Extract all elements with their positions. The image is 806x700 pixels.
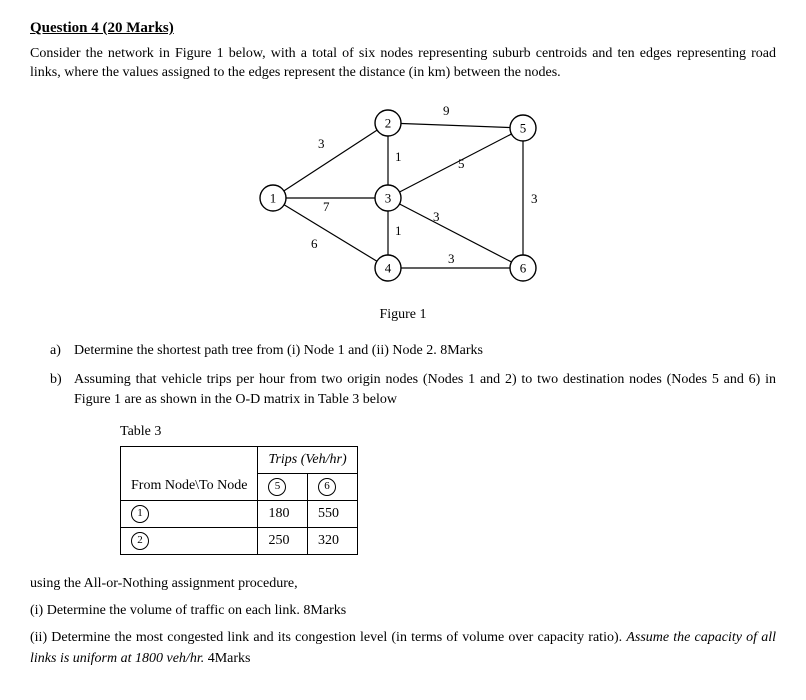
circled-6-icon: 6 (318, 478, 336, 496)
edge-2-3-w: 1 (395, 149, 402, 164)
edge-1-3-w: 7 (323, 199, 330, 214)
node-4-label: 4 (385, 260, 392, 275)
od-matrix-table: Trips (Veh/hr) From Node\To Node 5 6 1 1… (120, 446, 358, 555)
edge-3-6-w: 3 (433, 209, 440, 224)
cell-2-6: 320 (308, 527, 358, 554)
part-b-text: Assuming that vehicle trips per hour fro… (74, 370, 776, 409)
trips-header: Trips (Veh/hr) (258, 446, 357, 473)
part-b-tail: using the All-or-Nothing assignment proc… (30, 573, 776, 669)
table-3-label: Table 3 (120, 424, 776, 440)
row-2-header: 2 (121, 527, 258, 554)
cell-1-5: 180 (258, 500, 308, 527)
node-3-label: 3 (385, 190, 392, 205)
edge-3-4-w: 1 (395, 223, 402, 238)
circled-5-icon: 5 (268, 478, 286, 496)
edge-5-6-w: 3 (531, 191, 538, 206)
node-5-label: 5 (520, 120, 527, 135)
cell-1-6: 550 (308, 500, 358, 527)
node-6-label: 6 (520, 260, 527, 275)
tail-line-3: (ii) Determine the most congested link a… (30, 627, 776, 669)
col-6-header: 6 (308, 473, 358, 500)
node-2-label: 2 (385, 115, 392, 130)
question-parts: a) Determine the shortest path tree from… (50, 341, 776, 410)
part-a: a) Determine the shortest path tree from… (50, 341, 776, 361)
edge-3-5-w: 5 (458, 156, 465, 171)
circled-1-icon: 1 (131, 505, 149, 523)
part-a-letter: a) (50, 341, 74, 361)
part-b: b) Assuming that vehicle trips per hour … (50, 370, 776, 409)
tail-line-2: (i) Determine the volume of traffic on e… (30, 600, 776, 621)
edge-1-4-w: 6 (311, 236, 318, 251)
cell-2-5: 250 (258, 527, 308, 554)
part-b-letter: b) (50, 370, 74, 409)
tail-line-1: using the All-or-Nothing assignment proc… (30, 573, 776, 594)
edge-4-6-w: 3 (448, 251, 455, 266)
col-5-header: 5 (258, 473, 308, 500)
node-1-label: 1 (270, 190, 277, 205)
edge-1-2-w: 3 (318, 136, 325, 151)
circled-2-icon: 2 (131, 532, 149, 550)
network-diagram: 1 2 3 4 5 6 3 7 6 1 9 1 5 3 3 3 (223, 93, 583, 303)
rowcol-header: From Node\To Node (121, 473, 258, 500)
edge-2-5-w: 9 (443, 103, 450, 118)
figure-1: 1 2 3 4 5 6 3 7 6 1 9 1 5 3 3 3 Figure 1 (30, 93, 776, 323)
part-a-text: Determine the shortest path tree from (i… (74, 341, 776, 361)
figure-caption: Figure 1 (379, 307, 426, 323)
row-1-header: 1 (121, 500, 258, 527)
question-title: Question 4 (20 Marks) (30, 20, 776, 37)
intro-text: Consider the network in Figure 1 below, … (30, 45, 776, 83)
